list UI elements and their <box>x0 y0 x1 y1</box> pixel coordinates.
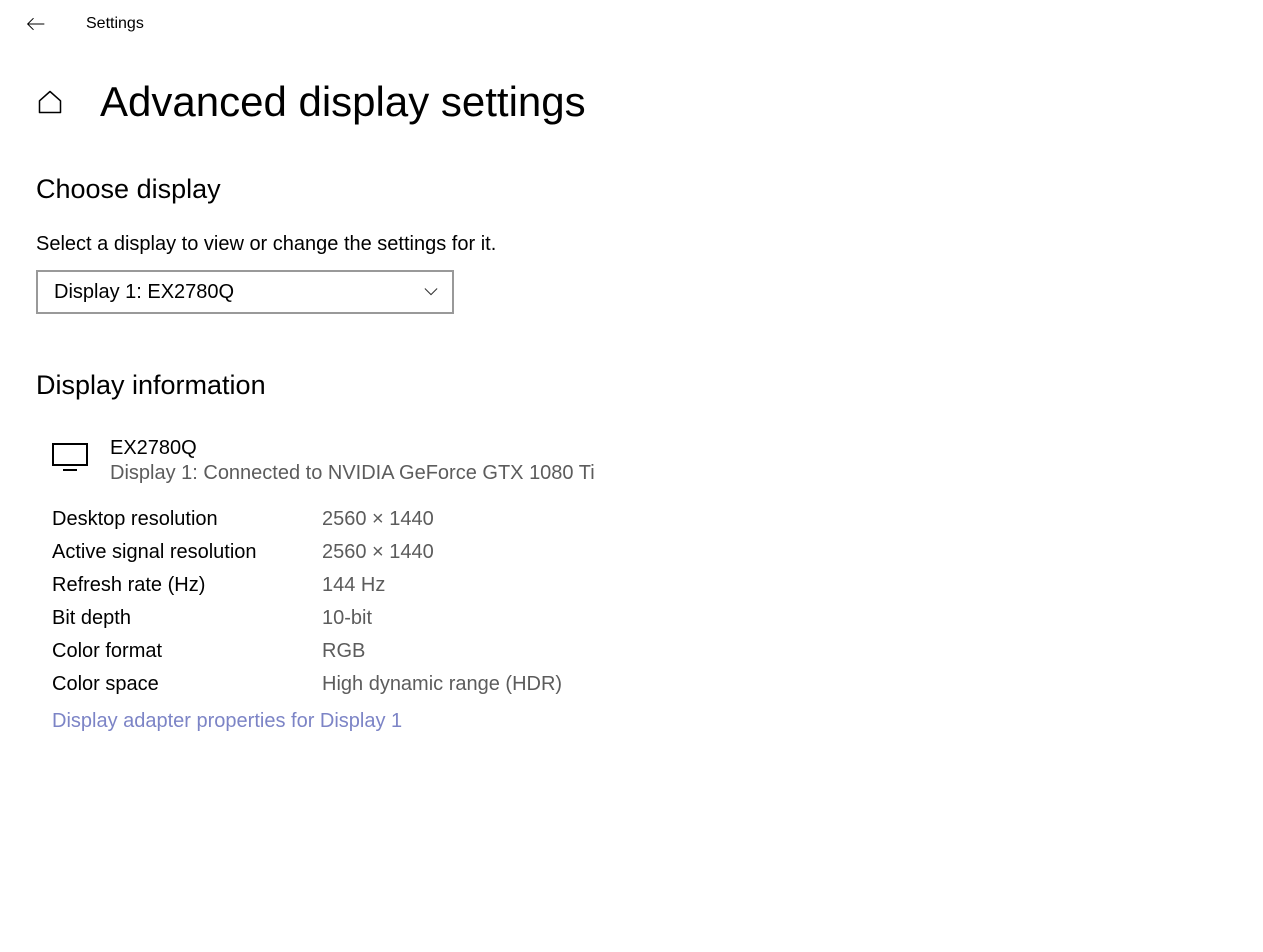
header-bar: Settings <box>0 0 1263 48</box>
spec-value: 10-bit <box>322 602 562 635</box>
spec-row: Active signal resolution 2560 × 1440 <box>52 536 562 569</box>
display-connection: Display 1: Connected to NVIDIA GeForce G… <box>110 462 595 485</box>
spec-row: Color space High dynamic range (HDR) <box>52 668 562 701</box>
choose-display-description: Select a display to view or change the s… <box>36 233 1227 256</box>
spec-value: High dynamic range (HDR) <box>322 668 562 701</box>
spec-label: Refresh rate (Hz) <box>52 569 322 602</box>
spec-value: 2560 × 1440 <box>322 503 562 536</box>
display-summary-row: EX2780Q Display 1: Connected to NVIDIA G… <box>52 437 1227 485</box>
spec-table: Desktop resolution 2560 × 1440 Active si… <box>52 503 562 701</box>
spec-label: Active signal resolution <box>52 536 322 569</box>
display-information-heading: Display information <box>36 370 1227 401</box>
display-information-body: EX2780Q Display 1: Connected to NVIDIA G… <box>36 437 1227 733</box>
spec-value: RGB <box>322 635 562 668</box>
chevron-down-icon <box>424 285 438 299</box>
home-icon[interactable] <box>36 88 64 116</box>
spec-row: Bit depth 10-bit <box>52 602 562 635</box>
header-title: Settings <box>86 15 144 33</box>
spec-row: Refresh rate (Hz) 144 Hz <box>52 569 562 602</box>
page-title: Advanced display settings <box>100 78 586 126</box>
content-area: Advanced display settings Choose display… <box>0 48 1263 733</box>
monitor-icon <box>52 443 88 471</box>
arrow-left-icon <box>26 14 46 34</box>
page-title-row: Advanced display settings <box>36 78 1227 126</box>
back-button[interactable] <box>24 12 48 36</box>
spec-label: Desktop resolution <box>52 503 322 536</box>
spec-label: Color format <box>52 635 322 668</box>
spec-label: Color space <box>52 668 322 701</box>
spec-value: 2560 × 1440 <box>322 536 562 569</box>
display-name: EX2780Q <box>110 437 595 460</box>
spec-value: 144 Hz <box>322 569 562 602</box>
choose-display-heading: Choose display <box>36 174 1227 205</box>
display-select-value: Display 1: EX2780Q <box>54 281 234 304</box>
display-summary-text: EX2780Q Display 1: Connected to NVIDIA G… <box>110 437 595 485</box>
display-adapter-properties-link[interactable]: Display adapter properties for Display 1 <box>52 710 402 733</box>
display-select-dropdown[interactable]: Display 1: EX2780Q <box>36 270 454 314</box>
spec-row: Desktop resolution 2560 × 1440 <box>52 503 562 536</box>
spec-row: Color format RGB <box>52 635 562 668</box>
spec-label: Bit depth <box>52 602 322 635</box>
